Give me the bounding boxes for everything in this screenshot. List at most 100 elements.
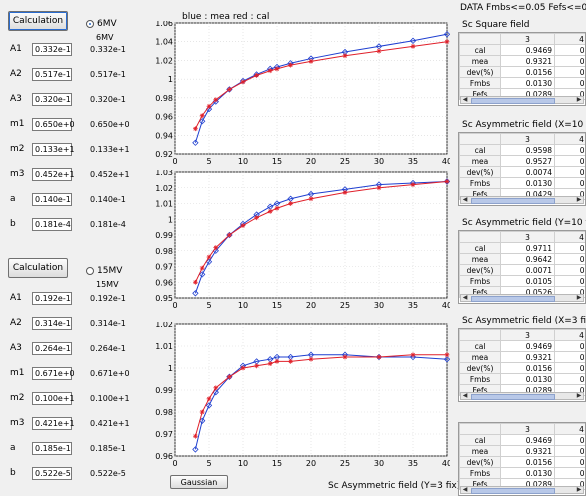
table-scrollbar[interactable]: ◀▶ — [460, 96, 584, 104]
scroll-left-icon[interactable]: ◀ — [461, 197, 469, 203]
scroll-right-icon[interactable]: ▶ — [575, 487, 583, 493]
calculation-button-6mv[interactable]: Calculation — [8, 11, 68, 31]
table-row: Fmbs0.01050.0105 — [460, 276, 586, 287]
table-scrollbar[interactable]: ◀▶ — [460, 196, 584, 204]
table-row: dev(%)0.01560.0131 — [460, 457, 586, 468]
sublabel-15mv: 15MV — [96, 280, 119, 289]
row-header: Fmbs — [460, 468, 501, 479]
radio-15mv[interactable]: 15MV — [86, 266, 122, 276]
table-col-header: 3 — [501, 330, 555, 341]
scroll-right-icon[interactable]: ▶ — [575, 197, 583, 203]
table-title-1: Sc Asymmetric field (X=10 fix) — [462, 120, 586, 130]
param-value-m3: 0.452e+1 — [90, 170, 130, 179]
table-cell: 0.0021 — [555, 167, 586, 178]
point-cal — [377, 355, 382, 360]
scroll-thumb[interactable] — [471, 296, 555, 302]
x-tick-label: 30 — [374, 157, 384, 166]
scroll-right-icon[interactable]: ▶ — [575, 97, 583, 103]
table-row: Fmbs0.01300.0126 — [460, 374, 586, 385]
row-header: cal — [460, 435, 501, 446]
table-cell: 0.0126 — [555, 468, 586, 479]
param-input-b[interactable]: 0.522e-5 — [32, 467, 72, 480]
y-tick-label: 1.01 — [155, 200, 173, 209]
point-cal — [377, 185, 382, 190]
chart-asym-y10: 05101520253035400.960.970.980.9911.011.0… — [145, 322, 450, 470]
results-table-1[interactable]: 34cal0.95980.9699mea0.95270.9679dev(%)0.… — [458, 132, 586, 206]
param-label-a1: A1 — [10, 44, 26, 54]
param-value-a1: 0.192e-1 — [90, 294, 126, 303]
table-col-header: 4 — [555, 232, 586, 243]
scroll-right-icon[interactable]: ▶ — [575, 295, 583, 301]
param-input-a[interactable]: 0.185e-1 — [32, 442, 72, 455]
table-cell: 0.9803 — [555, 243, 586, 254]
param-input-m1[interactable]: 0.671e+0 — [32, 367, 72, 380]
param-input-a3[interactable]: 0.320e-1 — [32, 93, 72, 106]
row-header: Fmbs — [460, 178, 501, 189]
param-input-m2[interactable]: 0.133e+1 — [32, 143, 72, 156]
x-tick-label: 40 — [442, 459, 450, 468]
scroll-thumb[interactable] — [471, 198, 555, 204]
param-input-m3[interactable]: 0.452e+1 — [32, 168, 72, 181]
y-tick-label: 1.02 — [155, 184, 173, 193]
table-scrollbar[interactable]: ◀▶ — [460, 294, 584, 302]
scroll-thumb[interactable] — [471, 488, 555, 494]
param-value-m1: 0.650e+0 — [90, 120, 130, 129]
param-input-a2[interactable]: 0.517e-1 — [32, 68, 72, 81]
param-value-a2: 0.314e-1 — [90, 319, 126, 328]
point-cal — [227, 87, 232, 92]
table-cell: 0.9469 — [501, 45, 555, 56]
scroll-left-icon[interactable]: ◀ — [461, 393, 469, 399]
table-cell: 0.0131 — [555, 457, 586, 468]
param-input-a2[interactable]: 0.314e-1 — [32, 317, 72, 330]
row-header: cal — [460, 145, 501, 156]
point-cal — [411, 44, 416, 49]
table-col-header: 3 — [501, 424, 555, 435]
table-cell: 0.0130 — [501, 468, 555, 479]
x-tick-label: 5 — [206, 157, 211, 166]
point-cal — [193, 280, 198, 285]
param-label-a3: A3 — [10, 343, 26, 353]
y-tick-label: 0.92 — [155, 150, 173, 159]
x-tick-label: 25 — [340, 301, 350, 310]
table-scrollbar[interactable]: ◀▶ — [460, 486, 584, 494]
table-scrollbar[interactable]: ◀▶ — [460, 392, 584, 400]
results-table-2[interactable]: 34cal0.97110.9803mea0.96420.9782dev(%)0.… — [458, 230, 586, 304]
table-row: mea0.96420.9782 — [460, 254, 586, 265]
y-tick-label: 0.94 — [155, 131, 173, 140]
param-input-a3[interactable]: 0.264e-1 — [32, 342, 72, 355]
row-header: mea — [460, 254, 501, 265]
scroll-thumb[interactable] — [471, 394, 555, 400]
scroll-right-icon[interactable]: ▶ — [575, 393, 583, 399]
param-input-a1[interactable]: 0.332e-1 — [32, 43, 72, 56]
point-cal — [207, 396, 212, 401]
param-input-m2[interactable]: 0.100e+1 — [32, 392, 72, 405]
chart-asym-x10: 05101520253035400.950.960.970.980.9911.0… — [145, 170, 450, 312]
scroll-left-icon[interactable]: ◀ — [461, 487, 469, 493]
table-title-3: Sc Asymmetric field (X=3 fix) — [462, 316, 586, 326]
gaussian-button[interactable]: Gaussian — [170, 475, 228, 489]
results-table-0[interactable]: 34cal0.94690.9592mea0.93210.9497dev(%)0.… — [458, 32, 586, 106]
row-header: Fmbs — [460, 276, 501, 287]
table-col-header: 3 — [501, 232, 555, 243]
calculation-button-15mv[interactable]: Calculation — [8, 258, 68, 278]
scroll-thumb[interactable] — [471, 98, 555, 104]
x-tick-label: 15 — [272, 301, 282, 310]
scroll-left-icon[interactable]: ◀ — [461, 97, 469, 103]
results-table-3[interactable]: 34cal0.94690.9534mea0.93210.9412dev(%)0.… — [458, 328, 586, 402]
param-label-a3: A3 — [10, 94, 26, 104]
point-cal — [288, 201, 293, 206]
param-input-a[interactable]: 0.140e-1 — [32, 193, 72, 206]
x-tick-label: 10 — [238, 157, 248, 166]
param-input-a1[interactable]: 0.192e-1 — [32, 292, 72, 305]
y-tick-label: 1.01 — [155, 342, 173, 351]
table-cell: 0.9412 — [555, 352, 586, 363]
radio-6mv[interactable]: 6MV — [86, 19, 117, 29]
row-header: mea — [460, 352, 501, 363]
results-table-4[interactable]: 34cal0.94690.9515mea0.93210.9391dev(%)0.… — [458, 422, 586, 496]
param-input-m3[interactable]: 0.421e+1 — [32, 417, 72, 430]
param-input-m1[interactable]: 0.650e+0 — [32, 118, 72, 131]
param-input-b[interactable]: 0.181e-4 — [32, 218, 72, 231]
scroll-left-icon[interactable]: ◀ — [461, 295, 469, 301]
table-cell: 0.0130 — [501, 78, 555, 89]
row-header: mea — [460, 446, 501, 457]
